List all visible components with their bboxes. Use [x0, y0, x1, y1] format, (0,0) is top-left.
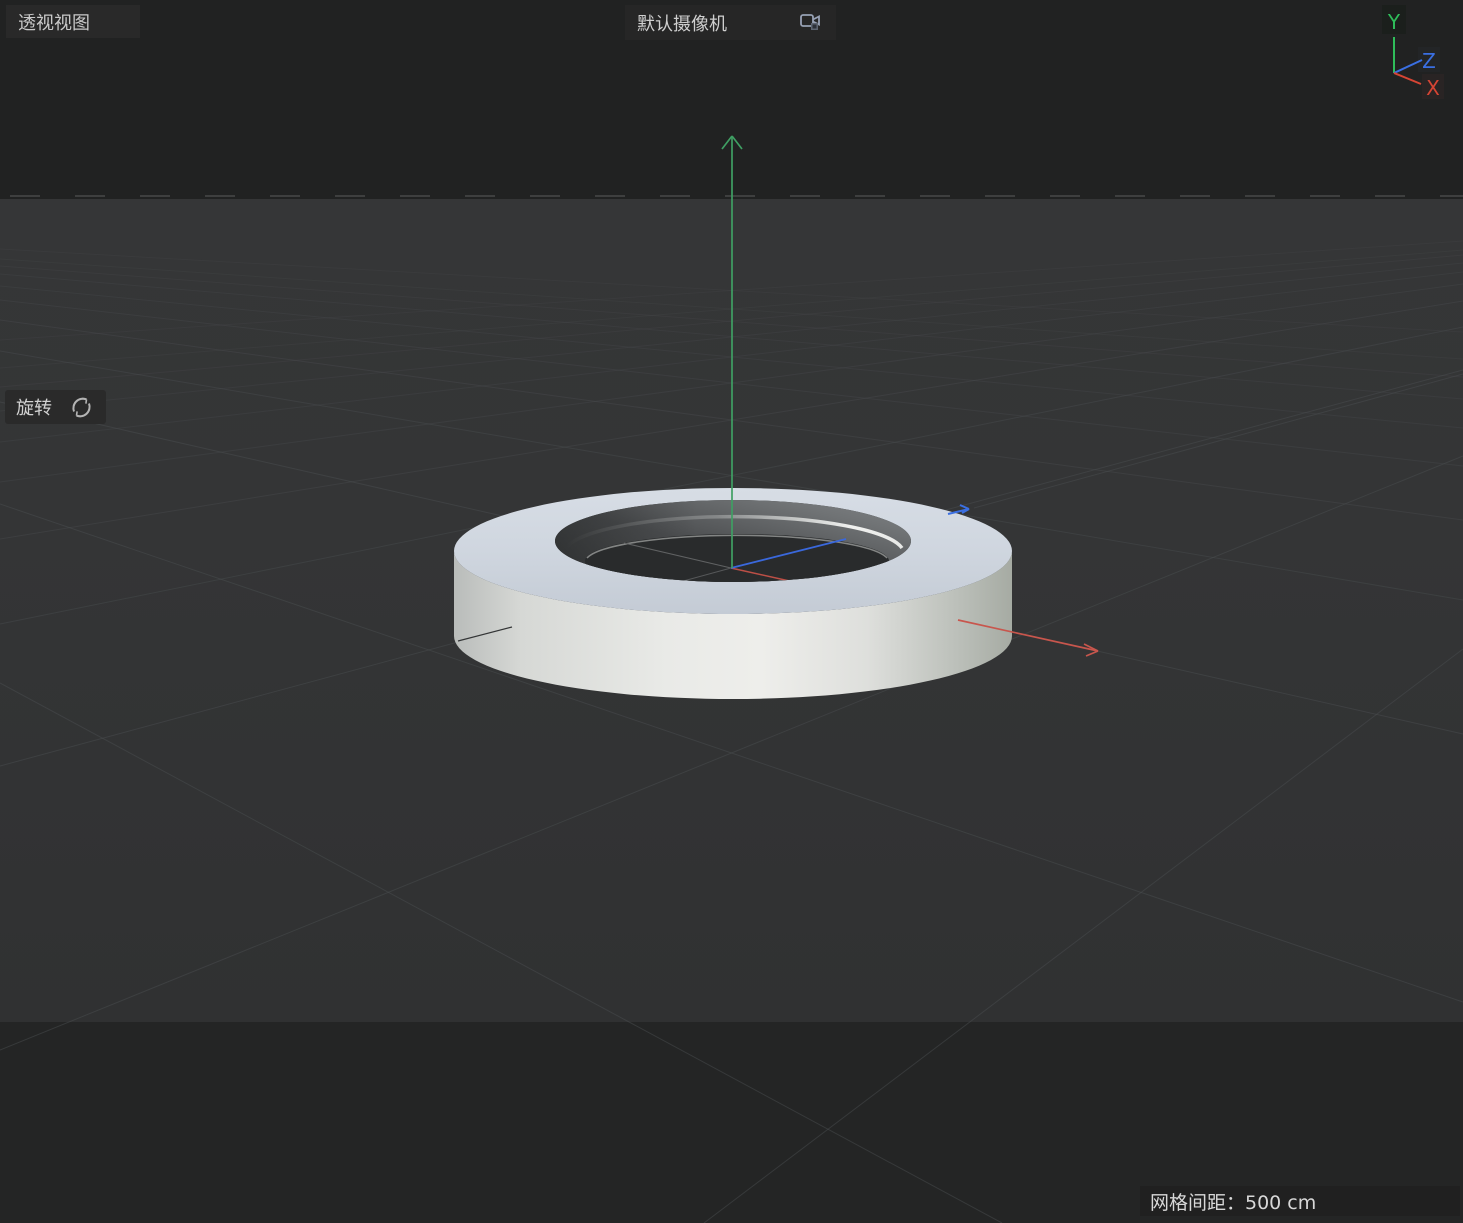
active-tool-label: 旋转 — [16, 394, 52, 420]
camera-icon[interactable] — [798, 11, 824, 35]
camera-menu-label: 默认摄像机 — [637, 10, 727, 36]
grid-spacing-label: 网格间距：500 cm — [1150, 1188, 1316, 1215]
tube-object[interactable] — [454, 488, 1012, 699]
grid-spacing-status: 网格间距：500 cm — [1140, 1186, 1460, 1216]
view-menu-label: 透视视图 — [18, 9, 90, 35]
rotate-icon — [68, 394, 95, 421]
grid-line-z-continuation — [974, 374, 1463, 508]
view-menu-button[interactable]: 透视视图 — [6, 5, 140, 38]
active-tool-indicator: 旋转 — [5, 390, 106, 424]
orientation-gizmo[interactable]: Y Z X — [1370, 0, 1463, 110]
viewport-3d[interactable]: 透视视图 默认摄像机 旋转 — [0, 0, 1463, 1223]
gizmo-y-label: Y — [1387, 10, 1401, 34]
gizmo-z-axis[interactable] — [1394, 60, 1422, 73]
scene-canvas[interactable] — [0, 0, 1463, 1223]
gizmo-x-axis[interactable] — [1394, 73, 1421, 84]
gizmo-z-label: Z — [1422, 49, 1436, 73]
gizmo-x-label: X — [1426, 76, 1440, 100]
camera-menu-button[interactable]: 默认摄像机 — [625, 5, 836, 40]
